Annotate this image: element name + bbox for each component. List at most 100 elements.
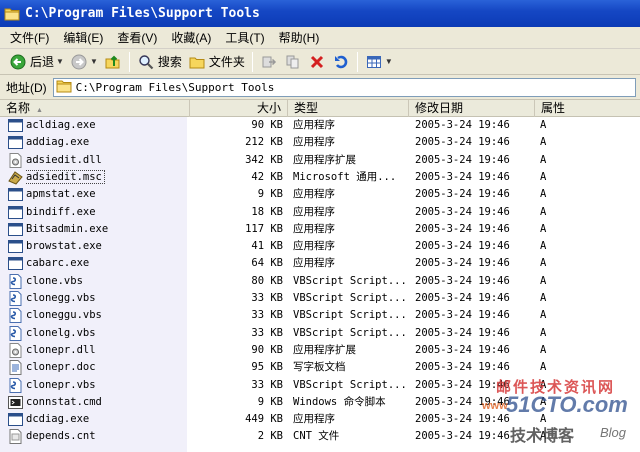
file-attributes: A [540, 153, 547, 166]
file-attributes: A [540, 343, 547, 356]
file-name: apmstat.exe [26, 186, 186, 203]
file-type: VBScript Script... [293, 326, 406, 339]
file-size: 2 KB [257, 430, 283, 443]
address-input[interactable]: C:\Program Files\Support Tools [52, 77, 636, 97]
column-header-type[interactable]: 类型 [288, 100, 409, 117]
file-size: 33 KB [251, 378, 283, 391]
copy-to-icon [284, 53, 302, 71]
address-value: C:\Program Files\Support Tools [75, 80, 275, 94]
exe-icon [8, 412, 23, 427]
file-attributes: A [540, 378, 547, 391]
file-row[interactable]: clonelg.vbs 33 KB VBScript Script... 2005-3… [0, 325, 640, 342]
column-type-label: 类型 [294, 101, 319, 115]
file-row[interactable]: apmstat.exe 9 KB 应用程序 2005-3-24 19:46 A [0, 186, 640, 203]
file-row[interactable]: clone.vbs 80 KB VBScript Script... 2005-3-2… [0, 273, 640, 290]
undo-icon [332, 53, 350, 71]
back-button[interactable]: 后退 ▼ [6, 51, 67, 73]
menu-favorites[interactable]: 收藏(A) [171, 29, 211, 46]
search-label: 搜索 [157, 55, 182, 69]
file-name-text: clonepr.vbs [26, 378, 96, 391]
file-attributes: A [540, 309, 547, 322]
file-modified: 2005-3-24 19:46 [415, 413, 510, 426]
undo-button[interactable] [329, 51, 353, 73]
file-size: 9 KB [257, 188, 283, 201]
file-name: depends.cnt [26, 428, 186, 445]
file-row[interactable]: bindiff.exe 18 KB 应用程序 2005-3-24 19:46 A [0, 204, 640, 221]
move-to-button[interactable] [257, 51, 281, 73]
file-size: 33 KB [251, 309, 283, 322]
back-label: 后退 [30, 55, 55, 69]
menu-file[interactable]: 文件(F) [10, 29, 49, 46]
file-name-text: addiag.exe [26, 136, 90, 149]
file-type: 应用程序扩展 [293, 343, 356, 356]
file-modified: 2005-3-24 19:46 [415, 292, 510, 304]
file-name-text: connstat.cmd [26, 395, 102, 408]
cnt-icon [8, 429, 23, 445]
column-attributes-label: 属性 [541, 101, 566, 115]
file-row[interactable]: clonepr.doc 95 KB 写字板文档 2005-3-24 19:46 A [0, 359, 640, 376]
file-row[interactable]: clonepr.vbs 33 KB VBScript Script... 2005-3… [0, 377, 640, 394]
views-button[interactable]: ▼ [362, 51, 396, 73]
forward-button[interactable]: ▼ [67, 51, 101, 73]
column-modified-label: 修改日期 [415, 101, 464, 115]
file-type: VBScript Script... [293, 309, 406, 322]
file-attributes: A [540, 222, 547, 235]
menu-help[interactable]: 帮助(H) [279, 29, 320, 46]
folders-button[interactable]: 文件夹 [185, 51, 248, 73]
exe-icon [8, 239, 23, 254]
file-name-text: clonegg.vbs [26, 292, 96, 304]
exe-icon [8, 118, 23, 133]
doc-icon [8, 360, 23, 376]
file-row[interactable]: clonegg.vbs 33 KB VBScript Script... 2005-3… [0, 290, 640, 307]
file-row[interactable]: dcdiag.exe 449 KB 应用程序 2005-3-24 19:46 A [0, 411, 640, 428]
file-name: clonepr.dll [26, 342, 186, 359]
file-row[interactable]: cabarc.exe 64 KB 应用程序 2005-3-24 19:46 A [0, 255, 640, 272]
file-name-text: browstat.exe [26, 240, 102, 253]
vbs-icon [8, 377, 23, 393]
file-attributes: A [540, 361, 547, 374]
menu-tools[interactable]: 工具(T) [225, 29, 264, 46]
file-type: 应用程序 [293, 119, 335, 131]
exe-icon [8, 205, 23, 220]
file-name: cloneggu.vbs [26, 307, 186, 324]
file-modified: 2005-3-24 19:46 [415, 430, 510, 443]
file-type: 应用程序 [293, 240, 335, 253]
chevron-down-icon[interactable]: ▼ [90, 57, 98, 66]
file-row[interactable]: cloneggu.vbs 33 KB VBScript Script... 2005-… [0, 307, 640, 324]
search-button[interactable]: 搜索 [134, 51, 185, 73]
file-name: clonegg.vbs [26, 290, 186, 307]
file-row[interactable]: acldiag.exe 90 KB 应用程序 2005-3-24 19:46 A [0, 117, 640, 134]
chevron-down-icon[interactable]: ▼ [56, 57, 64, 66]
menu-edit[interactable]: 编辑(E) [63, 29, 103, 46]
column-header-attributes[interactable]: 属性 [535, 100, 640, 117]
delete-button[interactable] [305, 51, 329, 73]
file-row[interactable]: adsiedit.dll 342 KB 应用程序扩展 2005-3-24 19:46 A [0, 152, 640, 169]
views-grid-icon [365, 53, 383, 71]
column-header-name[interactable]: 名称 ▲ [0, 100, 190, 117]
file-attributes: A [540, 240, 547, 253]
column-header-size[interactable]: 大小 [190, 100, 288, 117]
chevron-down-icon[interactable]: ▼ [385, 57, 393, 66]
file-row[interactable]: browstat.exe 41 KB 应用程序 2005-3-24 19:46 A [0, 238, 640, 255]
file-type: VBScript Script... [293, 292, 406, 304]
file-row[interactable]: addiag.exe 212 KB 应用程序 2005-3-24 19:46 A [0, 134, 640, 151]
file-size: 41 KB [251, 240, 283, 253]
file-row[interactable]: connstat.cmd 9 KB Windows 命令脚本 2005-3-24 19… [0, 394, 640, 411]
file-list: 名称 ▲ 大小 类型 修改日期 属性 acldiag.exe 90 KB 应用程序 20… [0, 100, 640, 452]
column-header-modified[interactable]: 修改日期 [409, 100, 535, 117]
file-name-text: dcdiag.exe [26, 413, 90, 426]
column-name-label: 名称 [6, 101, 31, 115]
copy-to-button[interactable] [281, 51, 305, 73]
file-attributes: A [540, 274, 547, 287]
file-row[interactable]: clonepr.dll 90 KB 应用程序扩展 2005-3-24 19:46 A [0, 342, 640, 359]
file-row[interactable]: Bitsadmin.exe 117 KB 应用程序 2005-3-24 19:46 A [0, 221, 640, 238]
menu-view[interactable]: 查看(V) [117, 29, 157, 46]
file-row[interactable]: depends.cnt 2 KB CNT 文件 2005-3-24 19:46 A [0, 428, 640, 445]
file-name-text: adsiedit.msc [26, 169, 105, 184]
up-folder-button[interactable] [101, 51, 125, 73]
folder-icon [56, 79, 72, 96]
file-name: addiag.exe [26, 134, 186, 151]
file-attributes: A [540, 395, 547, 408]
file-row[interactable]: adsiedit.msc 42 KB Microsoft 通用... 2005-3-2… [0, 169, 640, 186]
file-name-text: acldiag.exe [26, 119, 96, 131]
